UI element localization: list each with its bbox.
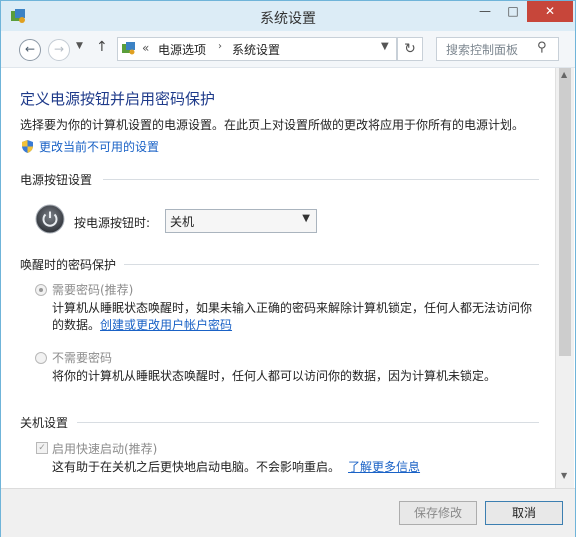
scroll-up-icon[interactable]: ▲	[561, 70, 567, 79]
cancel-button[interactable]: 取消	[485, 501, 563, 525]
require-password-radio[interactable]	[35, 284, 47, 296]
breadcrumb-separator[interactable]: ›	[218, 41, 222, 52]
breadcrumb-system-settings[interactable]: 系统设置	[232, 41, 280, 58]
maximize-button[interactable]: □	[499, 1, 527, 22]
page-heading: 定义电源按钮并启用密码保护	[20, 90, 216, 108]
require-password-label[interactable]: 需要密码(推荐)	[52, 281, 133, 298]
require-password-description: 计算机从睡眠状态唤醒时，如果未输入正确的密码来解除计算机锁定，任何人都无法访问你…	[52, 300, 542, 334]
chevron-down-icon: ▼	[302, 213, 310, 224]
page-description: 选择要为你的计算机设置的电源设置。在此页上对设置所做的更改将应用于你所有的电源计…	[20, 118, 525, 132]
section-divider	[124, 264, 539, 265]
scrollbar-thumb[interactable]	[559, 68, 571, 356]
forward-button[interactable]: →	[48, 39, 70, 61]
title-bar[interactable]: 系统设置 — □ ✕	[1, 1, 575, 31]
back-arrow-icon: ←	[24, 42, 36, 56]
power-button-action-value: 关机	[170, 215, 195, 229]
change-unavailable-settings-text[interactable]: 更改当前不可用的设置	[39, 140, 159, 154]
up-button[interactable]: ↑	[96, 39, 108, 55]
shutdown-section-title: 关机设置	[20, 416, 69, 430]
footer-bar: 保存修改 取消	[1, 488, 575, 537]
learn-more-link[interactable]: 了解更多信息	[348, 460, 420, 474]
forward-arrow-icon: →	[53, 42, 65, 56]
power-button-action-select[interactable]: 关机 ▼	[165, 209, 317, 233]
fast-startup-description: 这有助于在关机之后更快地启动电脑。不会影响重启。 了解更多信息	[52, 459, 542, 476]
address-dropdown-icon[interactable]: ▼	[381, 41, 389, 52]
main-content: 定义电源按钮并启用密码保护 选择要为你的计算机设置的电源设置。在此页上对设置所做…	[1, 68, 555, 488]
navigation-bar: ← → ▼ ↑ « 电源选项 › 系统设置 ▼ ↻ 搜索控制面板 ⚲	[1, 31, 575, 68]
control-panel-icon	[122, 42, 135, 55]
up-arrow-icon: ↑	[96, 39, 108, 55]
breadcrumb-overflow[interactable]: «	[142, 41, 149, 55]
fast-startup-checkbox[interactable]: ✓	[36, 442, 48, 454]
scroll-down-icon[interactable]: ▼	[561, 471, 567, 480]
no-password-radio[interactable]	[35, 352, 47, 364]
recent-locations-button[interactable]: ▼	[76, 41, 83, 51]
refresh-icon: ↻	[404, 41, 416, 57]
power-button-action-label: 按电源按钮时:	[74, 216, 151, 230]
create-change-password-link[interactable]: 创建或更改用户帐户密码	[100, 318, 232, 332]
save-changes-button[interactable]: 保存修改	[399, 501, 477, 525]
close-button[interactable]: ✕	[527, 1, 573, 22]
wake-password-section-title: 唤醒时的密码保护	[20, 258, 117, 272]
address-bar[interactable]: « 电源选项 › 系统设置 ▼	[117, 37, 397, 61]
change-unavailable-settings-link[interactable]: 更改当前不可用的设置	[20, 138, 159, 155]
section-divider	[103, 179, 539, 180]
minimize-button[interactable]: —	[471, 1, 499, 22]
breadcrumb-power-options[interactable]: 电源选项	[158, 41, 206, 58]
no-password-description: 将你的计算机从睡眠状态唤醒时，任何人都可以访问你的数据，因为计算机未锁定。	[52, 369, 497, 383]
search-icon[interactable]: ⚲	[537, 40, 547, 55]
no-password-label[interactable]: 不需要密码	[52, 349, 112, 366]
fast-startup-description-text: 这有助于在关机之后更快地启动电脑。不会影响重启。	[52, 460, 341, 474]
power-icon	[35, 204, 65, 234]
back-button[interactable]: ←	[19, 39, 41, 61]
system-settings-window: 系统设置 — □ ✕ ← → ▼ ↑ « 电源选项 › 系统设置 ▼ ↻ 搜索控…	[0, 0, 576, 537]
search-box[interactable]: 搜索控制面板 ⚲	[436, 37, 559, 61]
vertical-scrollbar[interactable]: ▲ ▼	[555, 68, 574, 488]
search-placeholder: 搜索控制面板	[446, 43, 519, 57]
power-button-section-title: 电源按钮设置	[20, 173, 93, 187]
section-divider	[77, 422, 539, 423]
chevron-down-icon: ▼	[76, 41, 83, 51]
fast-startup-label[interactable]: 启用快速启动(推荐)	[52, 440, 157, 457]
checkmark-icon: ✓	[38, 443, 46, 453]
radio-selected-dot	[39, 288, 43, 292]
uac-shield-icon	[22, 140, 33, 153]
refresh-button[interactable]: ↻	[397, 37, 423, 61]
